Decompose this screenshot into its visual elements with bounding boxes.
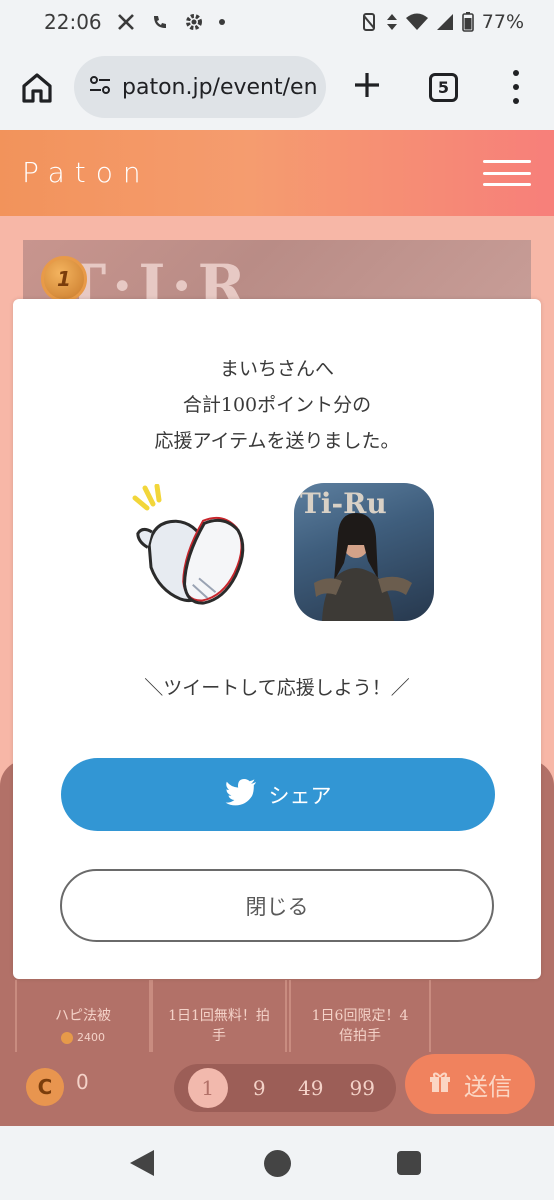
- tweet-prompt: ＼ツイートして応援しよう！／: [144, 677, 410, 699]
- coin-balance: 0: [76, 1070, 89, 1094]
- dialog-message: まいちさんへ 合計100ポイント分の 応援アイテムを送りました。: [13, 351, 541, 459]
- android-nav-bar: [0, 1126, 554, 1200]
- address-bar[interactable]: paton.jp/event/en: [74, 56, 326, 118]
- x-icon: [116, 12, 136, 32]
- dialog-line-sent: 応援アイテムを送りました。: [154, 430, 400, 452]
- send-label: 送信: [464, 1072, 512, 1101]
- recents-icon[interactable]: [397, 1151, 421, 1175]
- home-circle-icon[interactable]: [264, 1150, 291, 1177]
- item-card[interactable]: ハピ法被 2400: [15, 980, 151, 1052]
- home-icon[interactable]: [20, 71, 54, 105]
- battery-icon: [461, 12, 474, 32]
- wifi-icon: [405, 13, 428, 31]
- rank-badge: 1: [41, 256, 87, 302]
- site-header: Paton: [0, 130, 554, 216]
- quantity-option-49[interactable]: 49: [291, 1068, 331, 1108]
- quantity-option-1[interactable]: 1: [187, 1068, 228, 1108]
- send-button[interactable]: 送信: [405, 1054, 535, 1114]
- item-name: 1日1回無料！拍手: [168, 1008, 270, 1044]
- hamburger-menu-icon[interactable]: [483, 160, 531, 186]
- item-name: ハピ法被: [55, 1008, 111, 1024]
- twitter-bird-icon: [225, 778, 257, 811]
- back-icon[interactable]: [130, 1150, 154, 1176]
- quantity-selector: 1 9 49 99: [174, 1064, 396, 1112]
- status-bar: 22:06 77%: [0, 0, 554, 44]
- browser-toolbar: paton.jp/event/en 5: [0, 44, 554, 130]
- quantity-option-99[interactable]: 99: [342, 1068, 382, 1108]
- gift-icon: [428, 1069, 452, 1099]
- quantity-option-9[interactable]: 9: [239, 1068, 279, 1108]
- gear-icon: [184, 12, 204, 32]
- item-card[interactable]: 1日1回無料！拍手: [151, 980, 287, 1052]
- url-text: paton.jp/event/en: [122, 74, 318, 100]
- site-settings-icon[interactable]: [88, 73, 112, 101]
- coin-icon: C: [26, 1068, 64, 1106]
- data-arrows-icon: [386, 12, 398, 32]
- wifi-calling-icon: [150, 12, 170, 32]
- send-control-bar: C 0 1 9 49 99 送信: [0, 1052, 554, 1126]
- close-button[interactable]: 閉じる: [60, 869, 494, 942]
- more-options-icon[interactable]: [508, 70, 524, 104]
- item-name: 1日6回限定！4倍拍手: [311, 1008, 409, 1044]
- new-tab-icon[interactable]: [350, 68, 384, 102]
- dialog-line-points: 合計100ポイント分の: [182, 394, 372, 416]
- coin-icon: [61, 1032, 73, 1044]
- vibrate-icon: [360, 12, 378, 32]
- performer-photo: Ti-Ru: [294, 483, 434, 621]
- share-label: シェア: [268, 783, 332, 808]
- battery-percent: 77%: [481, 11, 524, 33]
- item-card[interactable]: 1日6回限定！4倍拍手: [289, 980, 431, 1052]
- dot-icon: [218, 18, 226, 26]
- twitter-share-button[interactable]: シェア: [61, 758, 495, 831]
- support-sent-dialog: まいちさんへ 合計100ポイント分の 応援アイテムを送りました。 Ti-Ru ＼…: [13, 299, 541, 979]
- dialog-line-recipient: まいちさんへ: [219, 358, 334, 380]
- site-logo[interactable]: Paton: [22, 156, 151, 189]
- status-time: 22:06: [44, 10, 102, 34]
- signal-icon: [436, 13, 454, 31]
- clapping-hands-icon: [123, 483, 258, 614]
- tab-switcher-button[interactable]: 5: [429, 73, 458, 102]
- item-price: 2400: [17, 1028, 149, 1048]
